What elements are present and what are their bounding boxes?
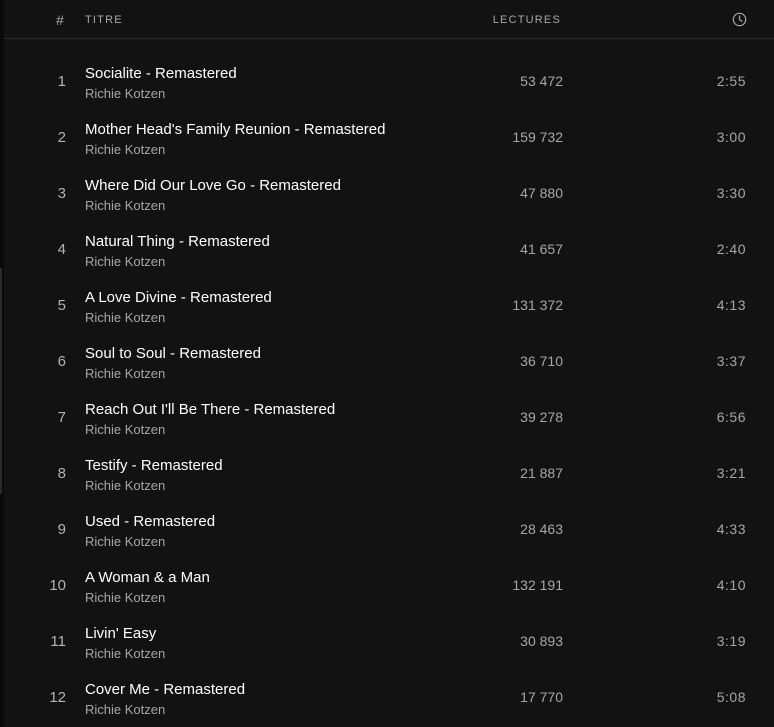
track-artist[interactable]: Richie Kotzen bbox=[85, 422, 165, 437]
track-duration: 3:21 bbox=[716, 465, 746, 481]
track-number: 1 bbox=[57, 73, 66, 90]
track-number: 10 bbox=[49, 577, 66, 594]
track-plays: 28 463 bbox=[520, 521, 563, 537]
track-plays: 36 710 bbox=[520, 353, 563, 369]
track-plays: 132 191 bbox=[512, 577, 563, 593]
track-row[interactable]: 10 A Woman & a Man Richie Kotzen 132 191 4:1… bbox=[4, 557, 774, 613]
track-row[interactable]: 3 Where Did Our Love Go - Remastered Richi… bbox=[4, 165, 774, 221]
track-artist[interactable]: Richie Kotzen bbox=[85, 310, 165, 325]
track-number: 9 bbox=[57, 521, 66, 538]
track-number: 8 bbox=[57, 465, 66, 482]
track-duration: 3:30 bbox=[716, 185, 746, 201]
track-duration: 3:37 bbox=[716, 353, 746, 369]
track-title[interactable]: Soul to Soul - Remastered bbox=[85, 345, 261, 362]
header-plays[interactable]: LECTURES bbox=[493, 14, 561, 26]
track-title[interactable]: Where Did Our Love Go - Remastered bbox=[85, 177, 341, 194]
track-row[interactable]: 9 Used - Remastered Richie Kotzen 28 463 4:3… bbox=[4, 501, 774, 557]
track-number: 12 bbox=[49, 689, 66, 706]
track-duration: 2:40 bbox=[716, 241, 746, 257]
track-duration: 4:10 bbox=[716, 577, 746, 593]
track-artist[interactable]: Richie Kotzen bbox=[85, 590, 165, 605]
track-title[interactable]: Used - Remastered bbox=[85, 513, 215, 530]
track-plays: 30 893 bbox=[520, 633, 563, 649]
track-row[interactable]: 7 Reach Out I'll Be There - Remastered Ric… bbox=[4, 389, 774, 445]
clock-icon[interactable] bbox=[732, 12, 747, 27]
track-artist[interactable]: Richie Kotzen bbox=[85, 198, 165, 213]
track-plays: 131 372 bbox=[512, 297, 563, 313]
track-plays: 21 887 bbox=[520, 465, 563, 481]
track-number: 7 bbox=[57, 409, 66, 426]
track-artist[interactable]: Richie Kotzen bbox=[85, 702, 165, 717]
track-row[interactable]: 8 Testify - Remastered Richie Kotzen 21 887… bbox=[4, 445, 774, 501]
track-artist[interactable]: Richie Kotzen bbox=[85, 254, 165, 269]
track-artist[interactable]: Richie Kotzen bbox=[85, 646, 165, 661]
track-row[interactable]: 5 A Love Divine - Remastered Richie Kotzen… bbox=[4, 277, 774, 333]
track-row[interactable]: 4 Natural Thing - Remastered Richie Kotzen… bbox=[4, 221, 774, 277]
track-title[interactable]: Natural Thing - Remastered bbox=[85, 233, 270, 250]
track-duration: 2:55 bbox=[716, 73, 746, 89]
track-artist[interactable]: Richie Kotzen bbox=[85, 86, 165, 101]
track-duration: 5:08 bbox=[716, 689, 746, 705]
track-plays: 159 732 bbox=[512, 129, 563, 145]
track-artist[interactable]: Richie Kotzen bbox=[85, 142, 165, 157]
track-plays: 53 472 bbox=[520, 73, 563, 89]
track-title[interactable]: Testify - Remastered bbox=[85, 457, 223, 474]
track-row[interactable]: 11 Livin' Easy Richie Kotzen 30 893 3:19 bbox=[4, 613, 774, 669]
track-artist[interactable]: Richie Kotzen bbox=[85, 366, 165, 381]
track-row[interactable]: 1 Socialite - Remastered Richie Kotzen 53 4… bbox=[4, 53, 774, 109]
track-number: 4 bbox=[57, 241, 66, 258]
track-plays: 39 278 bbox=[520, 409, 563, 425]
track-row[interactable]: 2 Mother Head's Family Reunion - Remaster… bbox=[4, 109, 774, 165]
track-plays: 47 880 bbox=[520, 185, 563, 201]
track-title[interactable]: A Woman & a Man bbox=[85, 569, 210, 586]
track-duration: 4:33 bbox=[716, 521, 746, 537]
track-row[interactable]: 12 Cover Me - Remastered Richie Kotzen 17 7… bbox=[4, 669, 774, 725]
track-title[interactable]: Reach Out I'll Be There - Remastered bbox=[85, 401, 335, 418]
header-title[interactable]: TITRE bbox=[85, 14, 123, 26]
track-duration: 3:19 bbox=[716, 633, 746, 649]
track-number: 3 bbox=[57, 185, 66, 202]
track-artist[interactable]: Richie Kotzen bbox=[85, 478, 165, 493]
track-plays: 41 657 bbox=[520, 241, 563, 257]
resize-handle[interactable] bbox=[0, 268, 2, 494]
track-number: 6 bbox=[57, 353, 66, 370]
track-rows: 1 Socialite - Remastered Richie Kotzen 53 4… bbox=[4, 53, 774, 725]
track-title[interactable]: Cover Me - Remastered bbox=[85, 681, 245, 698]
track-number: 2 bbox=[57, 129, 66, 146]
track-number: 11 bbox=[50, 633, 66, 650]
track-number: 5 bbox=[57, 297, 66, 314]
track-duration: 6:56 bbox=[716, 409, 746, 425]
track-title[interactable]: Socialite - Remastered bbox=[85, 65, 237, 82]
track-title[interactable]: Mother Head's Family Reunion - Remastere… bbox=[85, 121, 385, 138]
track-row[interactable]: 6 Soul to Soul - Remastered Richie Kotzen 3… bbox=[4, 333, 774, 389]
header-number: # bbox=[56, 12, 64, 28]
track-artist[interactable]: Richie Kotzen bbox=[85, 534, 165, 549]
tracklist-header: # TITRE LECTURES bbox=[4, 0, 774, 39]
track-duration: 3:00 bbox=[716, 129, 746, 145]
track-title[interactable]: Livin' Easy bbox=[85, 625, 156, 642]
tracklist: # TITRE LECTURES 1 Socialite - Remastered… bbox=[4, 0, 774, 727]
track-title[interactable]: A Love Divine - Remastered bbox=[85, 289, 272, 306]
track-duration: 4:13 bbox=[716, 297, 746, 313]
track-plays: 17 770 bbox=[520, 689, 563, 705]
